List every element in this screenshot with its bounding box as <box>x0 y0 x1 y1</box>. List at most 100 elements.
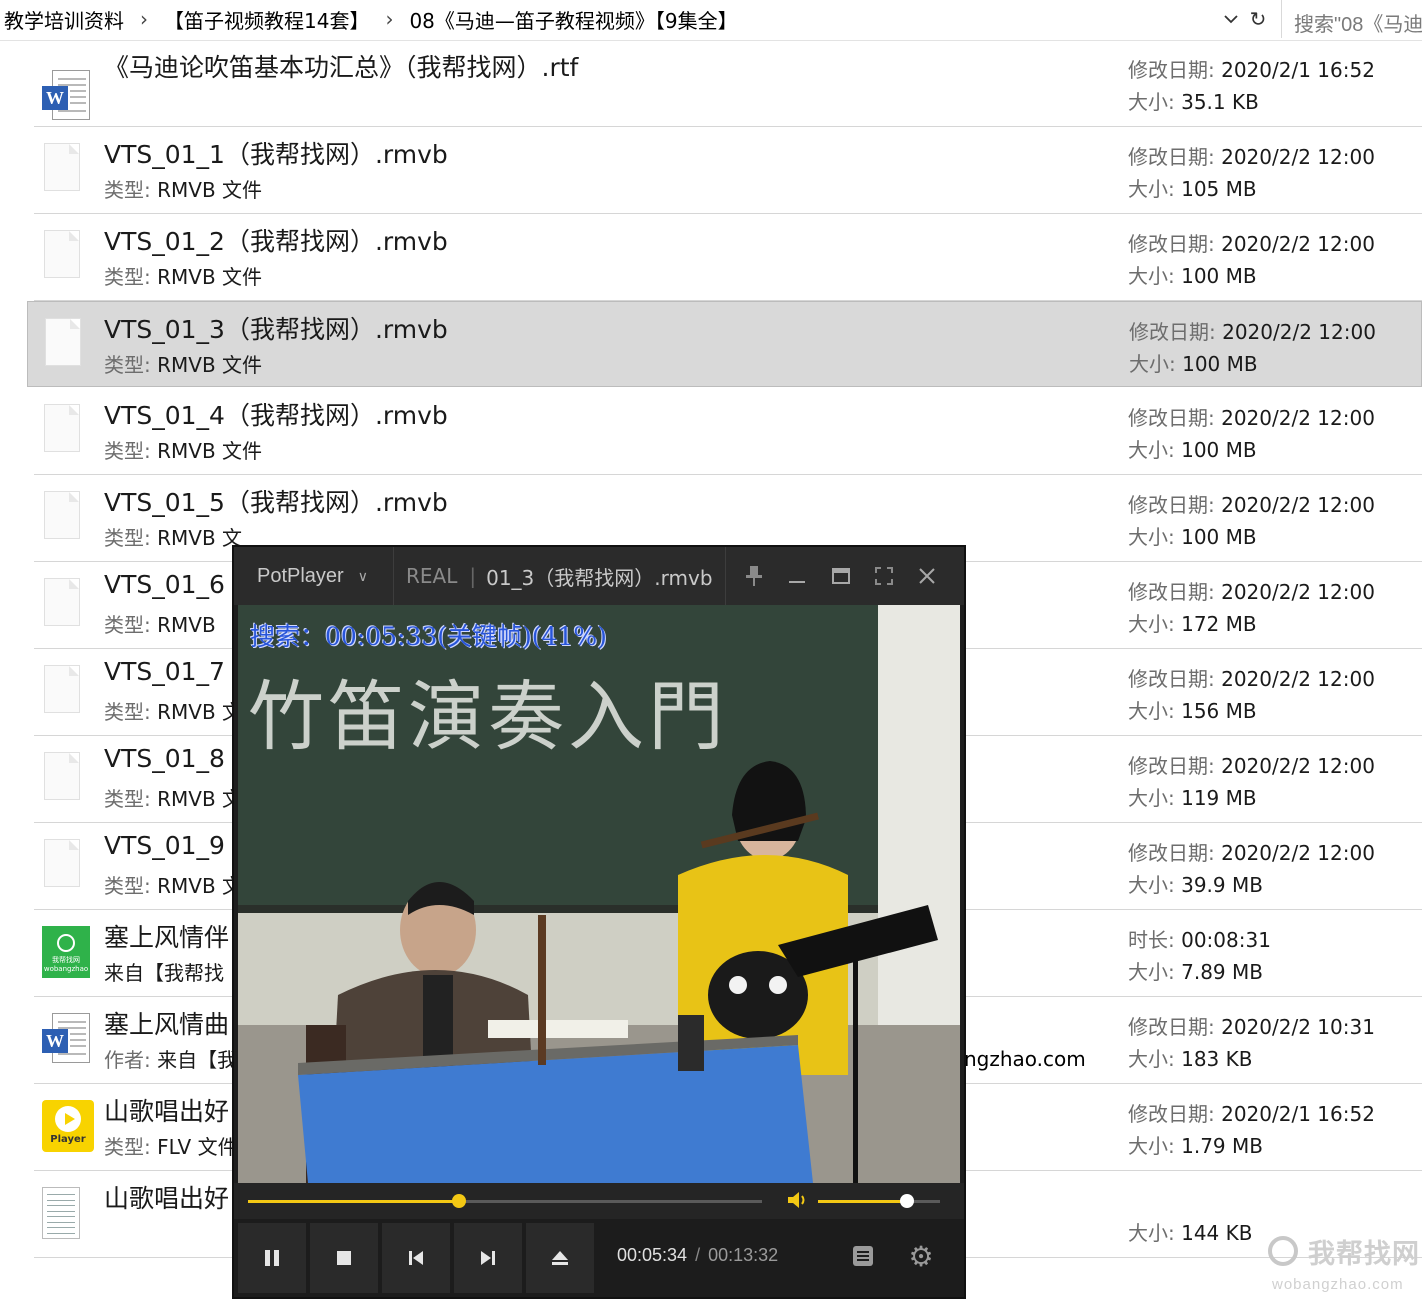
next-button[interactable] <box>454 1223 522 1293</box>
file-name: VTS_01_1（我帮找网）.rmvb <box>104 140 448 169</box>
file-meta: 修改日期: 2020/2/1 16:52 大小: 35.1 KB <box>1128 54 1375 118</box>
address-bar: 教学培训资料 › 【笛子视频教程14套】 › 08《马迪—笛子教程视频》【9集全… <box>0 0 1422 41</box>
file-subtitle-value: FLV 文件 <box>157 1135 238 1159</box>
file-name: 《马迪论吹笛基本功汇总》（我帮找网）.rtf <box>104 53 579 82</box>
eject-button[interactable] <box>526 1223 594 1293</box>
file-row[interactable]: VTS_01_4（我帮找网）.rmvb 类型: RMVB 文件 修改日期: 2020… <box>34 388 1422 475</box>
size-value: 119 MB <box>1181 786 1257 810</box>
player-controls: 00:05:34 / 00:13:32 ⚙ <box>234 1219 964 1297</box>
video-frame[interactable]: 竹笛演奏入門 搜索：00:05:33(关键帧)(41%) <box>238 605 960 1183</box>
size-label: 大小: <box>1128 1047 1175 1071</box>
size-label: 大小: <box>1128 438 1175 462</box>
chevron-down-icon[interactable] <box>1218 6 1244 32</box>
time-separator: / <box>695 1245 701 1265</box>
potplayer-window[interactable]: PotPlayer ∨ REAL | 01_3（我帮找网）.rmvb 竹笛演奏入… <box>234 547 964 1297</box>
size-value: 183 KB <box>1181 1047 1253 1071</box>
file-meta: 时长: 00:08:31 大小: 7.89 MB <box>1128 924 1271 988</box>
pause-button[interactable] <box>238 1223 306 1293</box>
player-menu-button[interactable]: PotPlayer ∨ <box>234 547 394 605</box>
file-subtitle: 类型: FLV 文件 <box>104 1131 238 1160</box>
watermark-logo: 我帮找网 wobangzhao.com <box>1266 1232 1422 1302</box>
close-icon[interactable] <box>912 561 942 591</box>
file-row[interactable]: VTS_01_1（我帮找网）.rmvb 类型: RMVB 文件 修改日期: 2020… <box>34 127 1422 214</box>
blank-file-icon <box>42 752 84 802</box>
file-subtitle-value: RMVB 文件 <box>157 353 263 377</box>
search-input[interactable]: 搜索"08《马迪 <box>1281 0 1422 38</box>
file-subtitle: 类型: RMVB 文 <box>104 870 242 899</box>
meta-label: 修改日期: <box>1129 320 1216 344</box>
meta-value: 2020/2/2 12:00 <box>1221 841 1375 865</box>
seek-area <box>234 1183 964 1219</box>
file-subtitle: 类型: RMVB <box>104 609 216 638</box>
breadcrumb-separator-icon[interactable]: › <box>373 7 405 31</box>
blackboard-title-text: 竹笛演奏入門 <box>248 672 728 761</box>
eject-icon <box>552 1251 568 1265</box>
file-subtitle-value: RMVB 文 <box>157 787 243 811</box>
size-label: 大小: <box>1128 873 1175 897</box>
file-name: VTS_01_3（我帮找网）.rmvb <box>104 315 448 344</box>
meta-label: 修改日期: <box>1128 1102 1215 1126</box>
meta-label: 修改日期: <box>1128 232 1215 256</box>
maximize-icon[interactable] <box>826 561 856 591</box>
file-name: VTS_01_8 <box>104 744 225 773</box>
blank-file-icon <box>42 404 84 454</box>
refresh-icon[interactable]: ↻ <box>1244 6 1272 32</box>
volume-slider[interactable] <box>818 1194 940 1208</box>
stop-button[interactable] <box>310 1223 378 1293</box>
word-document-icon: W <box>42 1013 90 1063</box>
file-subtitle: 作者: 来自【我 <box>104 1044 237 1073</box>
file-subtitle-label: 类型: <box>104 700 151 724</box>
total-time: 00:13:32 <box>708 1245 779 1265</box>
player-title-prefix: REAL <box>406 564 458 588</box>
file-meta: 修改日期: 2020/2/1 16:52 大小: 1.79 MB <box>1128 1098 1375 1162</box>
pause-icon <box>265 1250 279 1266</box>
file-meta: 修改日期: 2020/2/2 12:00 大小: 119 MB <box>1128 750 1375 814</box>
playlist-icon[interactable] <box>848 1241 878 1271</box>
meta-label: 修改日期: <box>1128 493 1215 517</box>
size-label: 大小: <box>1129 352 1176 376</box>
breadcrumb-separator-icon[interactable]: › <box>128 7 160 31</box>
file-row[interactable]: W 《马迪论吹笛基本功汇总》（我帮找网）.rtf 修改日期: 2020/2/1 16… <box>34 40 1422 127</box>
file-row[interactable]: VTS_01_3（我帮找网）.rmvb 类型: RMVB 文件 修改日期: 2020… <box>27 301 1422 387</box>
fullscreen-icon[interactable] <box>869 561 899 591</box>
gear-icon[interactable]: ⚙ <box>904 1239 938 1273</box>
magnifier-icon <box>1268 1236 1298 1266</box>
meta-label: 修改日期: <box>1128 406 1215 430</box>
sheet-music-icon <box>42 1187 84 1239</box>
player-title: REAL | 01_3（我帮找网）.rmvb <box>396 547 726 605</box>
seek-bar[interactable] <box>248 1194 762 1208</box>
size-value: 100 MB <box>1181 264 1257 288</box>
file-name: VTS_01_2（我帮找网）.rmvb <box>104 227 448 256</box>
size-label: 大小: <box>1128 1221 1175 1245</box>
word-document-icon: W <box>42 70 90 120</box>
blank-file-icon <box>42 230 84 280</box>
previous-button[interactable] <box>382 1223 450 1293</box>
size-label: 大小: <box>1128 1134 1175 1158</box>
meta-label: 时长: <box>1128 928 1175 952</box>
breadcrumb-item-current-folder[interactable]: 08《马迪—笛子教程视频》【9集全】 <box>405 5 741 34</box>
size-value: 35.1 KB <box>1181 90 1259 114</box>
volume-slider-thumb[interactable] <box>900 1194 915 1208</box>
pin-icon[interactable] <box>739 561 769 591</box>
minimize-icon[interactable] <box>782 561 812 591</box>
size-label: 大小: <box>1128 90 1175 114</box>
meta-value: 2020/2/1 16:52 <box>1221 1102 1375 1126</box>
meta-label: 修改日期: <box>1128 667 1215 691</box>
file-row[interactable]: VTS_01_2（我帮找网）.rmvb 类型: RMVB 文件 修改日期: 2020… <box>34 214 1422 301</box>
seek-bar-thumb[interactable] <box>451 1194 466 1208</box>
file-name: VTS_01_7 <box>104 657 225 686</box>
file-name: 山歌唱出好 <box>104 1184 230 1213</box>
skip-next-icon <box>481 1251 495 1265</box>
file-extra-text: ngzhao.com <box>964 1047 1086 1071</box>
breadcrumb-item-teaching-materials[interactable]: 教学培训资料 <box>0 5 128 34</box>
file-name: VTS_01_5（我帮找网）.rmvb <box>104 488 448 517</box>
time-display: 00:05:34 / 00:13:32 <box>617 1245 778 1266</box>
file-subtitle-value: RMVB <box>157 613 216 637</box>
player-title-bar[interactable]: PotPlayer ∨ REAL | 01_3（我帮找网）.rmvb <box>234 547 964 605</box>
volume-icon[interactable] <box>786 1189 810 1216</box>
flv-player-icon: Player <box>42 1100 94 1152</box>
meta-value: 2020/2/1 16:52 <box>1221 58 1375 82</box>
size-label: 大小: <box>1128 177 1175 201</box>
blank-file-icon <box>42 578 84 628</box>
breadcrumb-item-flute-tutorials[interactable]: 【笛子视频教程14套】 <box>160 5 373 34</box>
